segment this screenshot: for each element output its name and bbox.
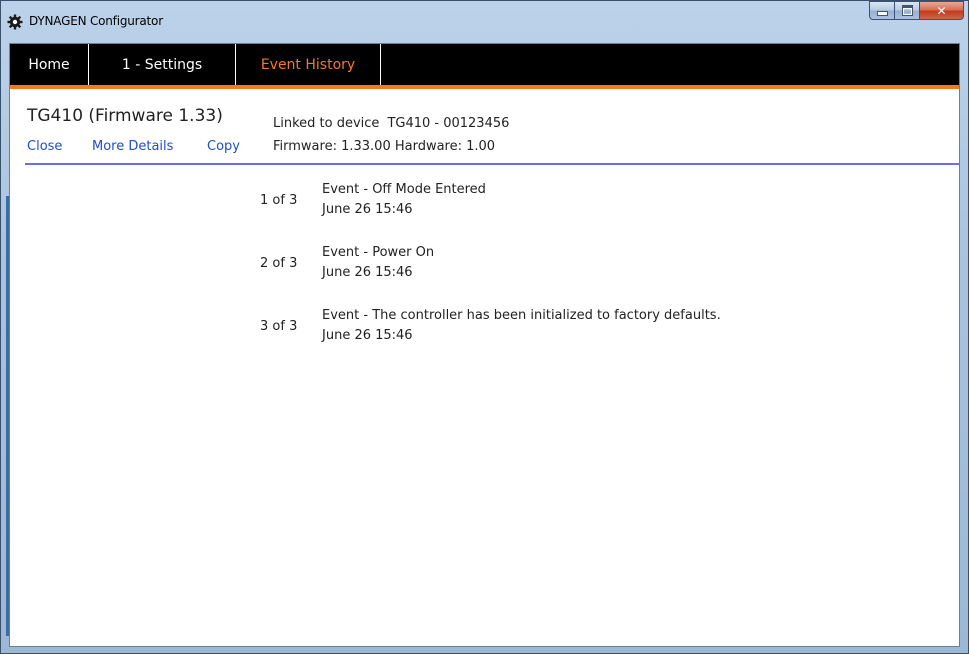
event-time: June 26 15:46 [322,202,413,217]
app-window: DYNAGEN Configurator ✕ Home 1 - Settings… [0,0,969,654]
header-divider [25,163,959,165]
more-details-link[interactable]: More Details [92,139,173,154]
client-area: Home 1 - Settings Event History TG410 (F… [9,43,960,647]
event-index: 1 of 3 [260,193,298,208]
event-index: 3 of 3 [260,319,298,334]
linked-label: Linked to device [273,116,380,131]
event-item: 2 of 3 Event - Power On June 26 15:46 [10,245,959,295]
maximize-icon [901,5,913,16]
maximize-button[interactable] [895,1,920,20]
window-title: DYNAGEN Configurator [29,14,163,28]
close-window-button[interactable]: ✕ [920,1,964,20]
close-link[interactable]: Close [27,139,62,154]
minimize-icon [876,11,888,16]
device-header: TG410 (Firmware 1.33) Linked to device TG… [10,89,959,160]
device-title: TG410 (Firmware 1.33) [27,106,223,126]
gear-icon [7,14,23,30]
copy-link[interactable]: Copy [207,139,240,154]
event-text: Event - Power On [322,245,435,260]
close-icon: ✕ [936,3,947,18]
event-item: 1 of 3 Event - Off Mode Entered June 26 … [10,182,959,232]
event-item: 3 of 3 Event - The controller has been i… [10,308,959,358]
tab-settings[interactable]: 1 - Settings [89,44,236,85]
minimize-button[interactable] [869,1,895,20]
title-bar[interactable]: DYNAGEN Configurator ✕ [1,1,968,43]
event-text: Event - The controller has been initiali… [322,308,721,323]
tab-event-history[interactable]: Event History [236,44,381,85]
event-time: June 26 15:46 [322,265,413,280]
nav-bar: Home 1 - Settings Event History [10,44,959,89]
event-index: 2 of 3 [260,256,298,271]
event-text: Event - Off Mode Entered [322,182,486,197]
linked-device-id: TG410 - 00123456 [387,116,510,131]
caption-buttons: ✕ [869,1,964,21]
tab-home[interactable]: Home [10,44,89,85]
firmware-hardware-info: Firmware: 1.33.00 Hardware: 1.00 [273,139,496,154]
linked-device-info: Linked to device TG410 - 00123456 [273,116,509,131]
event-time: June 26 15:46 [322,328,413,343]
